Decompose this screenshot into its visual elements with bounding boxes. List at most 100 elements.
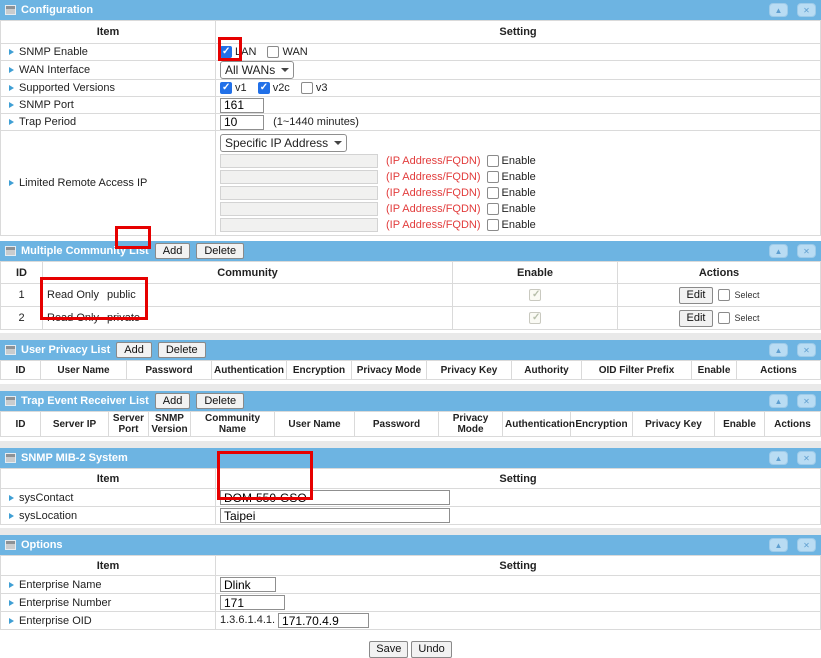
trap-delete-button[interactable]: Delete bbox=[196, 393, 244, 409]
v1-checkbox[interactable] bbox=[220, 82, 232, 94]
trap-period-input[interactable] bbox=[220, 115, 264, 130]
table-row: SNMP Enable LAN WAN bbox=[1, 44, 821, 61]
bullet-arrow-icon bbox=[9, 67, 14, 73]
remote-ip-input-2[interactable] bbox=[220, 170, 378, 184]
syslocation-input[interactable] bbox=[220, 508, 450, 523]
community-delete-button[interactable]: Delete bbox=[196, 243, 244, 259]
select-label: Select bbox=[734, 313, 759, 323]
enterprise-oid-input[interactable] bbox=[278, 613, 369, 628]
community-edit-button[interactable]: Edit bbox=[679, 287, 714, 304]
window-icon bbox=[6, 454, 15, 462]
collapse-icon[interactable]: ▲ bbox=[769, 3, 788, 17]
trap-period-label: Trap Period bbox=[19, 116, 76, 128]
column-header: Authentication bbox=[503, 412, 571, 437]
v3-label: v3 bbox=[316, 82, 328, 94]
column-header-item: Item bbox=[1, 469, 216, 489]
column-header: Server Port bbox=[109, 412, 149, 437]
community-select-checkbox[interactable] bbox=[718, 289, 730, 301]
column-header: Authority bbox=[512, 361, 582, 380]
enable-label: Enable bbox=[502, 171, 536, 183]
remote-ip-input-3[interactable] bbox=[220, 186, 378, 200]
wan-interface-label: WAN Interface bbox=[19, 64, 90, 76]
collapse-icon[interactable]: ▲ bbox=[769, 394, 788, 408]
remote-ip-row: (IP Address/FQDN)Enable bbox=[220, 153, 816, 169]
community-row: 1 Read Onlypublic EditSelect bbox=[1, 284, 821, 307]
column-header: Privacy Key bbox=[427, 361, 512, 380]
close-icon[interactable]: ✕ bbox=[797, 3, 816, 17]
limited-remote-access-label: Limited Remote Access IP bbox=[19, 177, 147, 189]
table-row: WAN Interface All WANs bbox=[1, 61, 821, 80]
community-access: Read Only bbox=[47, 289, 107, 301]
community-header-bar: Multiple Community List Add Delete ▲ ✕ bbox=[0, 241, 821, 261]
column-header: OID Filter Prefix bbox=[582, 361, 692, 380]
collapse-icon[interactable]: ▲ bbox=[769, 451, 788, 465]
column-header: SNMP Version bbox=[149, 412, 191, 437]
configuration-section: Configuration ▲ ✕ Item Setting SNMP Enab… bbox=[0, 0, 821, 236]
save-button[interactable]: Save bbox=[369, 641, 408, 658]
column-header-item: Item bbox=[1, 556, 216, 576]
column-header: Privacy Mode bbox=[352, 361, 427, 380]
enterprise-name-input[interactable] bbox=[220, 577, 276, 592]
mib2-header-bar: SNMP MIB-2 System ▲ ✕ bbox=[0, 448, 821, 468]
undo-button[interactable]: Undo bbox=[411, 641, 451, 658]
remote-ip-input-5[interactable] bbox=[220, 218, 378, 232]
table-row: Supported Versions v1 v2c v3 bbox=[1, 80, 821, 97]
privacy-delete-button[interactable]: Delete bbox=[158, 342, 206, 358]
select-label: Select bbox=[734, 290, 759, 300]
close-icon[interactable]: ✕ bbox=[797, 394, 816, 408]
v2c-label: v2c bbox=[273, 82, 290, 94]
collapse-icon[interactable]: ▲ bbox=[769, 244, 788, 258]
bullet-arrow-icon bbox=[9, 85, 14, 91]
collapse-icon[interactable]: ▲ bbox=[769, 343, 788, 357]
close-icon[interactable]: ✕ bbox=[797, 343, 816, 357]
v3-checkbox[interactable] bbox=[301, 82, 313, 94]
close-icon[interactable]: ✕ bbox=[797, 538, 816, 552]
wan-checkbox[interactable] bbox=[267, 46, 279, 58]
community-add-button[interactable]: Add bbox=[155, 243, 191, 259]
community-edit-button[interactable]: Edit bbox=[679, 310, 714, 327]
column-header: Actions bbox=[765, 412, 821, 437]
remote-ip-enable-checkbox-3[interactable] bbox=[487, 187, 499, 199]
window-icon bbox=[6, 6, 15, 14]
enable-label: Enable bbox=[502, 219, 536, 231]
table-row: SNMP Port bbox=[1, 97, 821, 114]
privacy-add-button[interactable]: Add bbox=[116, 342, 152, 358]
v2c-checkbox[interactable] bbox=[258, 82, 270, 94]
wan-interface-select[interactable]: All WANs bbox=[220, 61, 294, 79]
remote-ip-enable-checkbox-1[interactable] bbox=[487, 155, 499, 167]
remote-ip-input-4[interactable] bbox=[220, 202, 378, 216]
trap-add-button[interactable]: Add bbox=[155, 393, 191, 409]
section-title: Multiple Community List bbox=[21, 245, 149, 257]
community-enable-checkbox bbox=[529, 289, 541, 301]
privacy-section: User Privacy List Add Delete ▲ ✕ ID User… bbox=[0, 340, 821, 391]
remote-ip-input-1[interactable] bbox=[220, 154, 378, 168]
lan-checkbox[interactable] bbox=[220, 46, 232, 58]
close-icon[interactable]: ✕ bbox=[797, 451, 816, 465]
close-icon[interactable]: ✕ bbox=[797, 244, 816, 258]
community-select-checkbox[interactable] bbox=[718, 312, 730, 324]
enable-label: Enable bbox=[502, 203, 536, 215]
remote-ip-enable-checkbox-5[interactable] bbox=[487, 219, 499, 231]
snmp-port-input[interactable] bbox=[220, 98, 264, 113]
enable-label: Enable bbox=[502, 187, 536, 199]
community-name: private bbox=[107, 312, 140, 324]
enterprise-number-input[interactable] bbox=[220, 595, 285, 610]
mib2-section: SNMP MIB-2 System ▲ ✕ Item Setting sysCo… bbox=[0, 448, 821, 535]
footer-actions: Save Undo bbox=[0, 641, 821, 658]
bullet-arrow-icon bbox=[9, 49, 14, 55]
section-divider bbox=[0, 333, 821, 340]
table-row: Limited Remote Access IP Specific IP Add… bbox=[1, 131, 821, 236]
remote-ip-enable-checkbox-2[interactable] bbox=[487, 171, 499, 183]
column-header: Community bbox=[43, 262, 453, 284]
ip-fqdn-hint: (IP Address/FQDN) bbox=[386, 219, 481, 231]
syscontact-input[interactable] bbox=[220, 490, 450, 505]
window-icon bbox=[6, 541, 15, 549]
collapse-icon[interactable]: ▲ bbox=[769, 538, 788, 552]
remote-ip-enable-checkbox-4[interactable] bbox=[487, 203, 499, 215]
column-header: Encryption bbox=[571, 412, 633, 437]
column-header-setting: Setting bbox=[216, 556, 821, 576]
remote-ip-row: (IP Address/FQDN)Enable bbox=[220, 169, 816, 185]
table-row: sysContact bbox=[1, 489, 821, 507]
community-section: Multiple Community List Add Delete ▲ ✕ I… bbox=[0, 241, 821, 340]
remote-access-mode-select[interactable]: Specific IP Address bbox=[220, 134, 347, 152]
